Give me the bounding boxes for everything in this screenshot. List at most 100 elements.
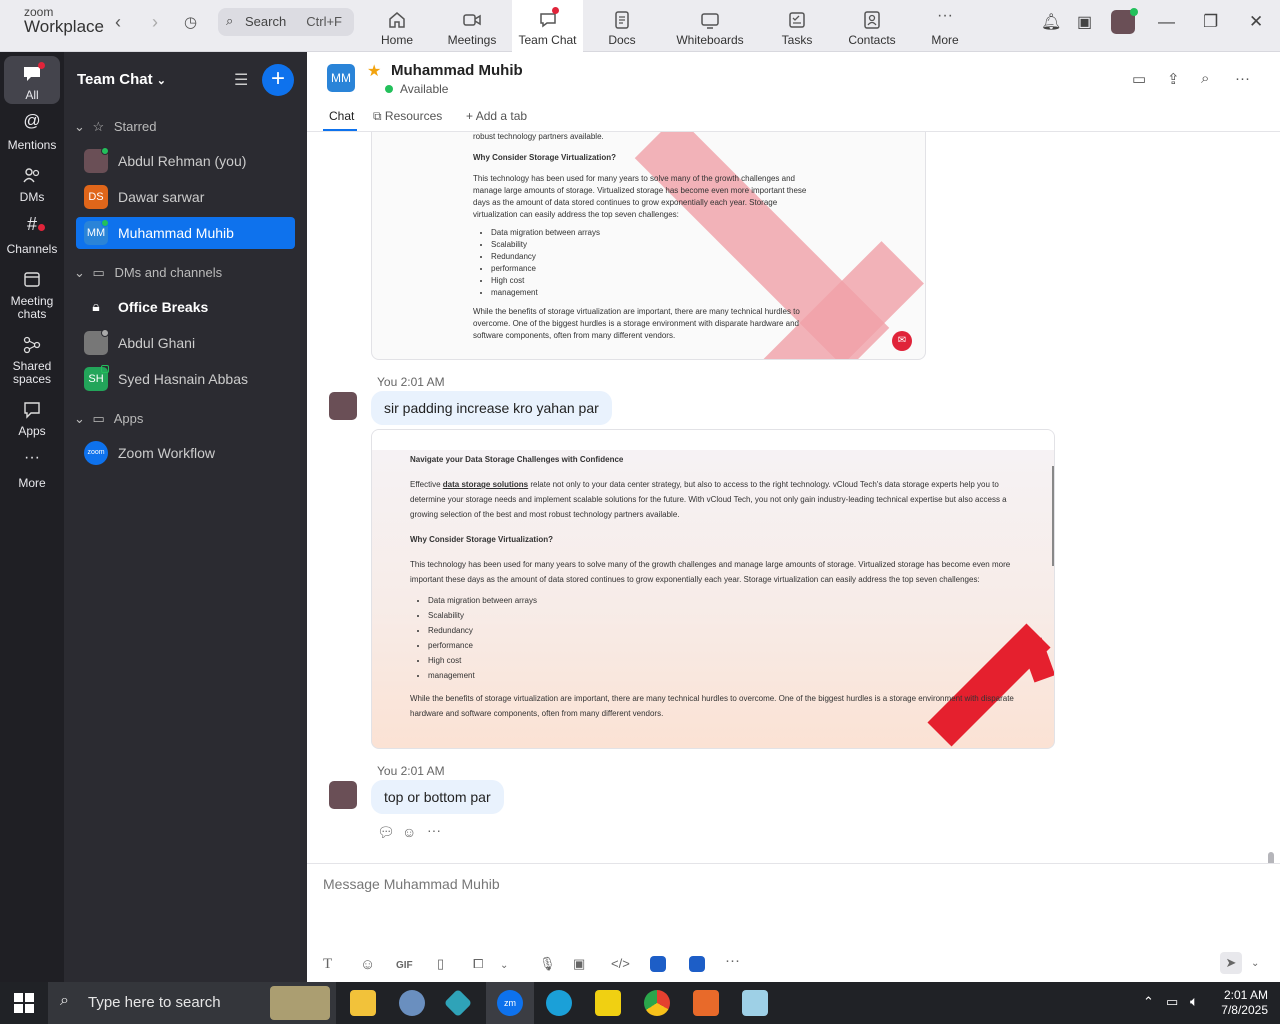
rail-meeting-chats-label: Meeting chats bbox=[10, 294, 54, 321]
rail-meeting-chats[interactable]: Meeting chats bbox=[4, 270, 60, 321]
rail-more[interactable]: ··· More bbox=[4, 450, 60, 490]
edge-icon[interactable] bbox=[546, 990, 572, 1016]
windows-start-icon[interactable] bbox=[14, 993, 34, 1013]
back-arrow-icon[interactable]: ‹ bbox=[115, 12, 121, 33]
zoom-taskbar-icon[interactable]: zm bbox=[497, 990, 523, 1016]
nav-team-chat-label: Team Chat bbox=[518, 33, 577, 47]
taskbar-search-text: Type here to search bbox=[88, 994, 221, 1011]
online-dot bbox=[101, 147, 109, 155]
sidebar-item-zoom-workflow[interactable]: zoom Zoom Workflow bbox=[76, 437, 295, 469]
video-message-icon[interactable]: ▣ bbox=[573, 956, 585, 972]
nav-docs-label: Docs bbox=[608, 33, 636, 47]
sidebar-item-abdul-rehman[interactable]: Abdul Rehman (you) bbox=[76, 145, 295, 177]
minimize-icon[interactable]: — bbox=[1158, 12, 1175, 32]
app-icon[interactable] bbox=[650, 956, 666, 972]
microphone-icon[interactable]: 🎙︎ bbox=[539, 956, 556, 972]
scrollbar[interactable] bbox=[1268, 852, 1274, 863]
profile-avatar[interactable] bbox=[1111, 8, 1138, 34]
doc-paragraph: While the benefits of storage virtualiza… bbox=[473, 307, 800, 340]
nav-more[interactable]: ··· More bbox=[922, 0, 968, 52]
rail-channels[interactable]: # Channels bbox=[4, 215, 60, 256]
emoji-icon[interactable]: ☺ bbox=[360, 956, 375, 973]
nav-home[interactable]: Home bbox=[367, 0, 427, 52]
shared-image-2[interactable]: Navigate your Data Storage Challenges wi… bbox=[371, 429, 1055, 749]
close-icon[interactable]: ✕ bbox=[1249, 12, 1263, 32]
sidebar-item-office-breaks[interactable]: 🔒︎ Office Breaks bbox=[76, 291, 295, 323]
screenshot-icon[interactable]: ⧠ bbox=[473, 956, 483, 972]
history-icon[interactable]: ◷ bbox=[184, 13, 197, 31]
sidebar-item-dawar-sarwar[interactable]: DS Dawar sarwar bbox=[76, 181, 295, 213]
new-chat-button[interactable]: + bbox=[262, 64, 294, 96]
sidebar-item-syed-hasnain-abbas[interactable]: SH Syed Hasnain Abbas bbox=[76, 363, 295, 395]
nav-docs[interactable]: Docs bbox=[596, 0, 648, 52]
chevron-down-icon[interactable]: ⌄ bbox=[1251, 958, 1259, 969]
rail-mentions[interactable]: @ Mentions bbox=[4, 112, 60, 152]
code-snippet-icon[interactable]: </> bbox=[611, 956, 630, 971]
zoom-workplace-logo: zoom Workplace bbox=[24, 6, 104, 36]
more-options-icon[interactable]: ··· bbox=[725, 952, 740, 969]
add-reaction-icon[interactable]: ☺ bbox=[402, 824, 416, 840]
xampp-icon[interactable] bbox=[693, 990, 719, 1016]
nav-team-chat[interactable]: Team Chat bbox=[512, 0, 583, 52]
message-composer[interactable]: Message Muhammad Muhib T ☺ GIF ▯ ⧠ ⌄ 🎙︎ … bbox=[307, 863, 1280, 982]
sidebar-item-muhammad-muhib[interactable]: MM Muhammad Muhib bbox=[76, 217, 295, 249]
tab-resources[interactable]: ⧉ Resources bbox=[373, 109, 442, 124]
message-input[interactable]: Message Muhammad Muhib bbox=[323, 876, 500, 892]
gif-icon[interactable]: GIF bbox=[396, 960, 413, 971]
sidebar-item-abdul-ghani[interactable]: Abdul Ghani bbox=[76, 327, 295, 359]
add-tab-button[interactable]: + Add a tab bbox=[466, 109, 527, 123]
file-icon[interactable]: ▯ bbox=[437, 956, 444, 972]
rail-shared-spaces[interactable]: Shared spaces bbox=[4, 335, 60, 386]
rail-apps[interactable]: Apps bbox=[4, 400, 60, 438]
forward-arrow-icon[interactable]: › bbox=[152, 12, 158, 33]
more-options-icon[interactable]: ··· bbox=[1235, 70, 1250, 87]
search-box[interactable]: ⌕ Search Ctrl+F bbox=[218, 8, 354, 36]
zoom-workplace-window: zoom Workplace ‹ › ◷ ⌕ Search Ctrl+F Hom… bbox=[0, 0, 1280, 1024]
rail-dms[interactable]: DMs bbox=[4, 166, 60, 204]
clock[interactable]: 2:01 AM 7/8/2025 bbox=[1212, 988, 1268, 1018]
app-icon[interactable] bbox=[443, 988, 473, 1018]
sender-avatar[interactable] bbox=[329, 781, 357, 809]
network-icon[interactable]: ▭ bbox=[1166, 994, 1178, 1010]
nav-contacts[interactable]: Contacts bbox=[842, 0, 902, 52]
message-bubble[interactable]: top or bottom par bbox=[371, 780, 504, 814]
star-filled-icon[interactable]: ★ bbox=[367, 61, 381, 81]
chrome-icon[interactable] bbox=[644, 990, 670, 1016]
app-icon[interactable] bbox=[742, 990, 768, 1016]
file-explorer-icon[interactable] bbox=[350, 990, 376, 1016]
more-options-icon[interactable]: ··· bbox=[427, 822, 441, 838]
section-dms-and-channels[interactable]: ⌄ ▭ DMs and channels bbox=[74, 265, 222, 281]
nav-whiteboards[interactable]: Whiteboards bbox=[668, 0, 752, 52]
restore-icon[interactable]: ❐ bbox=[1203, 12, 1218, 32]
section-starred[interactable]: ⌄ ☆ Starred bbox=[74, 119, 156, 135]
volume-icon[interactable]: 🔈︎ bbox=[1190, 993, 1198, 1010]
search-icon[interactable]: ⌕ bbox=[1201, 70, 1209, 87]
bell-icon[interactable]: 🔔︎ bbox=[1041, 12, 1061, 32]
share-screen-icon[interactable]: ⇪ bbox=[1167, 70, 1180, 88]
sender-avatar[interactable] bbox=[329, 392, 357, 420]
reply-thread-icon[interactable]: 💬︎ bbox=[377, 824, 395, 841]
calendar-icon[interactable]: ▣ bbox=[1077, 12, 1092, 32]
doc-list-item: High cost bbox=[428, 653, 1020, 668]
message-bubble[interactable]: sir padding increase kro yahan par bbox=[371, 391, 612, 425]
app-icon[interactable] bbox=[399, 990, 425, 1016]
nav-tasks[interactable]: Tasks bbox=[772, 0, 822, 52]
section-apps[interactable]: ⌄ ▭ Apps bbox=[74, 411, 143, 427]
video-call-icon[interactable]: ▭ bbox=[1132, 70, 1146, 88]
app-icon[interactable] bbox=[689, 956, 705, 972]
nav-meetings[interactable]: Meetings bbox=[440, 0, 504, 52]
filter-icon[interactable]: ☰ bbox=[234, 70, 248, 90]
contact-name[interactable]: Muhammad Muhib bbox=[391, 62, 523, 79]
sticky-notes-icon[interactable] bbox=[595, 990, 621, 1016]
shared-image-1[interactable]: robust technology partners available. Wh… bbox=[371, 132, 926, 360]
tab-chat[interactable]: Chat bbox=[329, 109, 354, 123]
format-text-icon[interactable]: T bbox=[323, 956, 332, 973]
taskbar-search[interactable]: ⌕ Type here to search bbox=[48, 982, 336, 1024]
rail-all[interactable]: All bbox=[4, 56, 60, 104]
team-chat-title[interactable]: Team Chat ⌄ bbox=[77, 71, 166, 88]
contact-avatar[interactable]: MM bbox=[327, 64, 355, 92]
chevron-up-icon[interactable]: ⌃ bbox=[1143, 994, 1154, 1010]
send-icon[interactable]: ➤ bbox=[1220, 952, 1242, 974]
logo-bottom: Workplace bbox=[24, 17, 104, 36]
chevron-down-icon[interactable]: ⌄ bbox=[500, 960, 508, 971]
